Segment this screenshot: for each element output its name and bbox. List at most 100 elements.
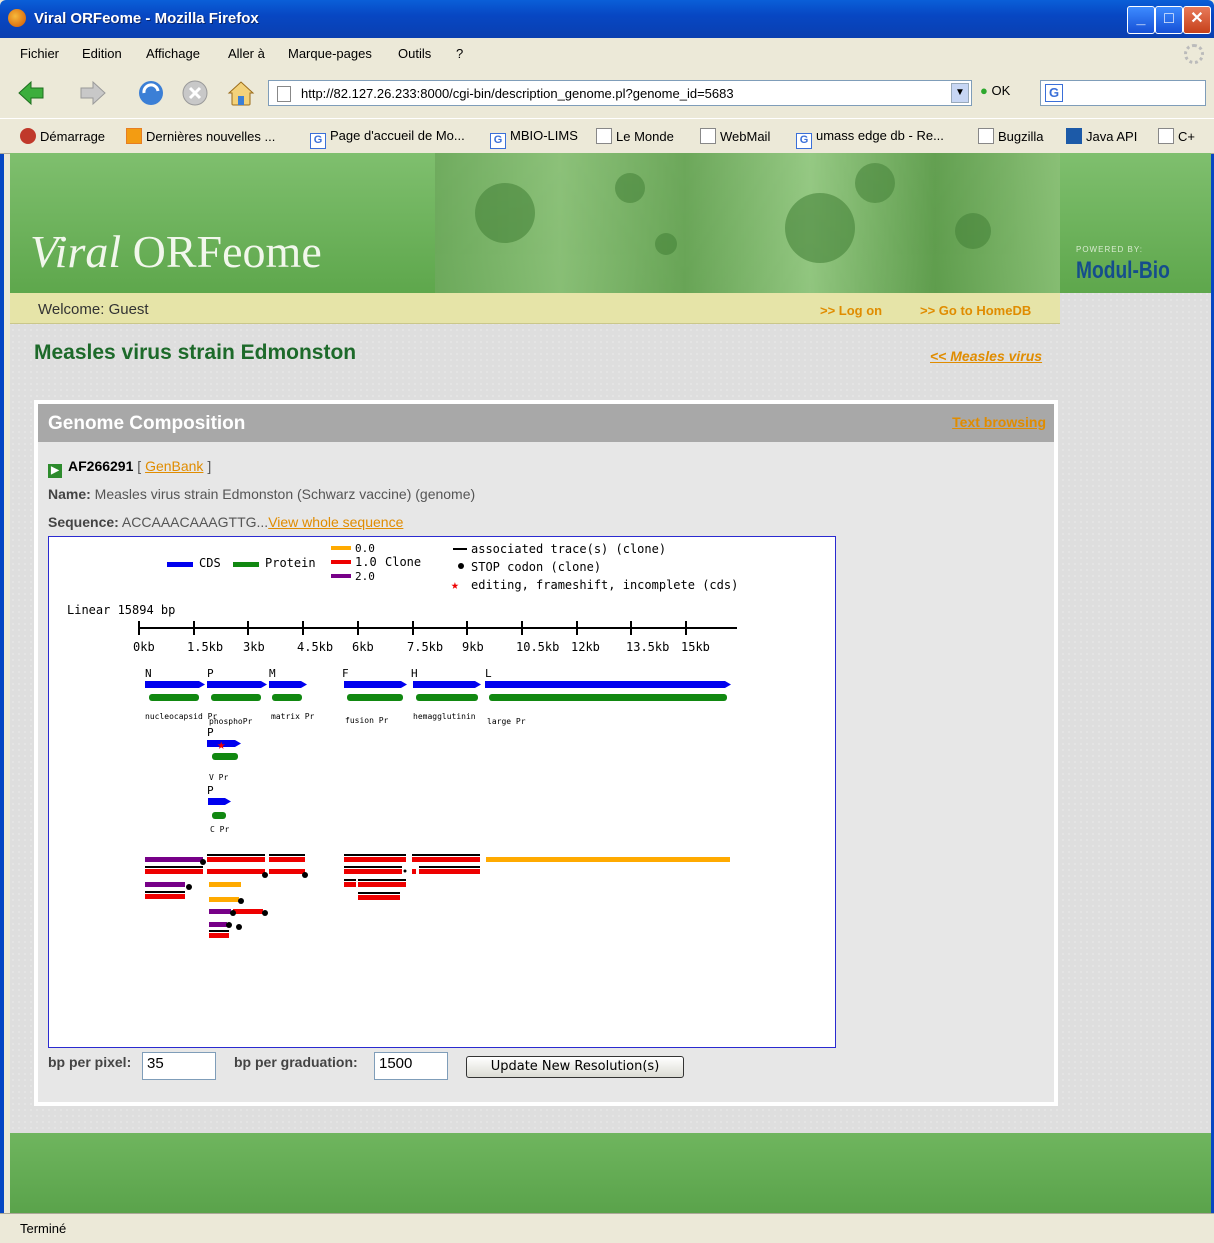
bookmark-webmail[interactable]: WebMail [700,128,770,144]
genome-sequence: Sequence: ACCAAACAAAGTTG...View whole se… [48,514,404,530]
expand-arrow-icon[interactable]: ▶ [48,464,62,478]
go-to-homedb-link[interactable]: >> Go to HomeDB [920,303,1031,318]
text-browsing-link[interactable]: Text browsing [952,414,1046,430]
protein-label-phospho: phosphoPr [209,717,253,726]
bookmark-c-plus[interactable]: C+ [1158,128,1195,144]
menu-edition[interactable]: Edition [82,46,122,61]
site-logo: Viral ORFeome [30,226,322,277]
stop-icon[interactable] [180,78,210,108]
legend-stop: STOP codon (clone) [471,560,601,574]
bookmark-dernieres-nouvelles[interactable]: Dernières nouvelles ... [126,128,275,144]
bookmark-demarrage[interactable]: Démarrage [20,128,105,144]
gene-label-m: M [269,667,276,680]
google-icon: G [796,133,812,149]
protein-label-nucleocapsid: nucleocapsid Pr [145,712,217,721]
page-footer [10,1133,1211,1213]
minimize-button[interactable]: _ [1127,6,1155,34]
bookmark-java-api[interactable]: Java API [1066,128,1137,144]
menu-affichage[interactable]: Affichage [146,46,200,61]
menu-fichier[interactable]: Fichier [20,46,59,61]
cds-arrows [145,681,731,688]
gene-label-f: F [342,667,349,680]
legend-edit-star-icon: ★ [451,578,459,593]
reload-icon[interactable] [136,78,166,108]
page-icon [978,128,994,144]
maximize-button[interactable]: □ [1155,6,1183,34]
panel-header: Genome Composition Text browsing [38,404,1054,442]
legend-trace: associated trace(s) (clone) [471,542,666,556]
page-icon [1158,128,1174,144]
tick-label-7.5kb: 7.5kb [407,640,443,654]
status-bar: Terminé [0,1213,1214,1243]
menu-outils[interactable]: Outils [398,46,431,61]
throbber-icon [1184,44,1204,64]
protein-bars [149,694,727,701]
update-resolution-button[interactable]: Update New Resolution(s) [466,1056,684,1078]
google-icon: G [1045,84,1063,102]
forward-icon[interactable] [78,78,108,108]
page-content: Viral ORFeome POWERED BY: Modul-Bio Welc… [10,153,1211,1213]
menu-marque-pages[interactable]: Marque-pages [288,46,372,61]
legend-clone-0-swatch [331,546,351,550]
accession-id: AF266291 [68,458,134,474]
firefox-icon [8,9,26,27]
tick-label-12kb: 12kb [571,640,600,654]
protein-bar-v [212,753,238,760]
menu-help[interactable]: ? [456,46,463,61]
legend-protein: Protein [265,556,316,570]
gene-label-p-c: P [207,784,214,797]
tick-label-15kb: 15kb [681,640,710,654]
genome-name: Name: Measles virus strain Edmonston (Sc… [48,486,476,502]
status-text: Terminé [20,1221,67,1236]
legend-clone-1: 1.0 [355,555,377,569]
welcome-text: Welcome: Guest [38,301,149,318]
cds-arrow-c [208,798,231,805]
bookmark-page-accueil[interactable]: G Page d'accueil de Mo... [310,128,465,149]
genome-map: CDS Protein 0.0 1.0 Clone 2.0 associated… [48,536,836,1048]
bp-per-pixel-input[interactable]: 35 [142,1052,216,1080]
back-icon[interactable] [16,78,46,108]
url-bar[interactable]: http://82.127.26.233:8000/cgi-bin/descri… [268,80,972,106]
tick-label-13.5kb: 13.5kb [626,640,669,654]
view-whole-sequence-link[interactable]: View whole sequence [268,514,403,530]
linear-length: Linear 15894 bp [67,603,175,617]
legend-protein-swatch [233,562,259,567]
genbank-link[interactable]: GenBank [145,458,203,474]
legend-cds-swatch [167,562,193,567]
gene-label-p: P [207,667,214,680]
menu-aller[interactable]: Aller à [228,46,265,61]
protein-label-matrix: matrix Pr [271,712,315,721]
bookmarks-toolbar: Démarrage Dernières nouvelles ... G Page … [0,118,1214,154]
go-icon: ● [980,83,988,98]
log-on-link[interactable]: >> Log on [820,303,882,318]
page-icon [596,128,612,144]
protein-bar-c [212,812,226,819]
modul-bio-logo: Modul-Bio [1076,257,1170,284]
powered-by-label: POWERED BY: [1076,245,1144,254]
url-dropdown-icon[interactable]: ▼ [951,83,969,103]
gene-label-n: N [145,667,152,680]
legend-clone-2-swatch [331,574,351,578]
protein-label-v: V Pr [209,773,228,782]
home-icon[interactable] [226,78,256,108]
tick-label-1.5kb: 1.5kb [187,640,223,654]
google-icon: G [490,133,506,149]
tick-label-6kb: 6kb [352,640,374,654]
legend-stop-dot [458,563,464,569]
close-button[interactable]: ✕ [1183,6,1211,34]
bookmark-bugzilla[interactable]: Bugzilla [978,128,1044,144]
window-title: Viral ORFeome - Mozilla Firefox [34,10,259,27]
bookmark-mbio-lims[interactable]: G MBIO-LIMS [490,128,578,149]
go-button[interactable]: ● OK [980,83,1010,98]
tick-label-9kb: 9kb [462,640,484,654]
bp-per-graduation-input[interactable]: 1500 [374,1052,448,1080]
protein-label-fusion: fusion Pr [345,716,389,725]
bookmark-umass[interactable]: Gumass edge db - Re... [796,128,944,149]
bookmark-le-monde[interactable]: Le Monde [596,128,674,144]
rss-icon [126,128,142,144]
accession-line: ▶ AF266291 [ GenBank ] [48,458,211,478]
measles-virus-back-link[interactable]: << Measles virus [930,348,1042,364]
search-box[interactable]: G [1040,80,1206,106]
protein-label-large: large Pr [487,717,526,726]
edit-star-icon: ★ [217,737,226,753]
